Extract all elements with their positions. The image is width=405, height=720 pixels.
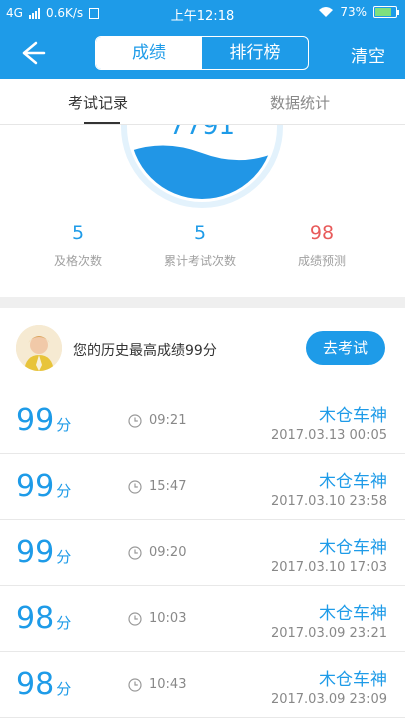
clock-icon — [128, 678, 142, 692]
stat-value: 5 — [71, 222, 85, 244]
stats-row: 5 及格次数 5 累计考试次数 98 成绩预测 — [0, 222, 405, 282]
battery-percent: 73% — [340, 5, 367, 19]
top-nav: 成绩 排行榜 清空 — [0, 27, 405, 79]
status-bar: 4G 0.6K/s 上午12:18 73% — [0, 0, 405, 27]
stat-pass-count: 5 及格次数 — [18, 222, 138, 269]
best-score-card: 您的历史最高成绩99分 去考试 — [0, 308, 405, 388]
stat-score-prediction: 98 成绩预测 — [262, 222, 382, 269]
clock-icon — [128, 612, 142, 626]
wifi-icon — [319, 7, 334, 17]
record-date: 2017.03.10 17:03 — [270, 560, 387, 575]
stat-value: 98 — [309, 222, 335, 244]
record-title: 木仓车神 — [319, 670, 387, 690]
record-duration: 09:20 — [149, 545, 187, 560]
record-score: 99 分 — [16, 403, 72, 438]
back-arrow-icon[interactable] — [14, 37, 48, 69]
best-score-text: 您的历史最高成绩99分 — [73, 343, 217, 359]
table-row[interactable]: 99 分 09:21 木仓车神 2017.03.13 00:05 — [0, 388, 405, 454]
record-score: 99 分 — [16, 535, 72, 570]
table-row[interactable]: 99 分 09:20 木仓车神 2017.03.10 17:03 — [0, 520, 405, 586]
tab-data-stats[interactable]: 数据统计 — [270, 92, 330, 113]
record-duration: 10:03 — [149, 611, 187, 626]
record-title: 木仓车神 — [319, 406, 387, 426]
stat-value: 5 — [193, 222, 207, 244]
record-duration: 10:43 — [149, 677, 187, 692]
battery-icon — [373, 6, 399, 18]
tab-bar: 考试记录 数据统计 — [0, 79, 405, 125]
score-gauge: 7791 — [121, 125, 283, 208]
avatar — [16, 325, 62, 371]
clock-icon — [128, 414, 142, 428]
segment-score[interactable]: 成绩 — [96, 37, 202, 69]
segment-leaderboard[interactable]: 排行榜 — [202, 37, 308, 69]
table-row[interactable]: 99 分 15:47 木仓车神 2017.03.10 23:58 — [0, 454, 405, 520]
gauge-number: 7791 — [169, 125, 235, 141]
stat-label: 成绩预测 — [297, 254, 346, 268]
record-title: 木仓车神 — [319, 538, 387, 558]
go-exam-button[interactable]: 去考试 — [306, 331, 385, 365]
segmented-control: 成绩 排行榜 — [95, 36, 309, 70]
record-score: 99 分 — [16, 469, 72, 504]
record-duration: 09:21 — [149, 413, 187, 428]
stat-label: 及格次数 — [53, 254, 102, 268]
active-tab-indicator — [84, 122, 120, 124]
record-title: 木仓车神 — [319, 472, 387, 492]
stat-label: 累计考试次数 — [163, 254, 236, 268]
record-date: 2017.03.09 23:09 — [270, 692, 387, 707]
table-row[interactable]: 98 分 10:03 木仓车神 2017.03.09 23:21 — [0, 586, 405, 652]
record-date: 2017.03.10 23:58 — [270, 494, 387, 509]
section-divider — [0, 297, 405, 308]
record-score: 98 分 — [16, 667, 72, 702]
clear-button[interactable]: 清空 — [351, 42, 385, 67]
exam-records-list: 99 分 09:21 木仓车神 2017.03.13 00:05 99 分 15:4… — [0, 388, 405, 718]
record-duration: 15:47 — [149, 479, 187, 494]
record-date: 2017.03.09 23:21 — [270, 626, 387, 641]
record-date: 2017.03.13 00:05 — [270, 428, 387, 443]
record-score: 98 分 — [16, 601, 72, 636]
record-title: 木仓车神 — [319, 604, 387, 624]
clock-icon — [128, 480, 142, 494]
clock-icon — [128, 546, 142, 560]
table-row[interactable]: 98 分 10:43 木仓车神 2017.03.09 23:09 — [0, 652, 405, 718]
tab-exam-records[interactable]: 考试记录 — [68, 92, 128, 113]
stat-total-exams: 5 累计考试次数 — [140, 222, 260, 269]
